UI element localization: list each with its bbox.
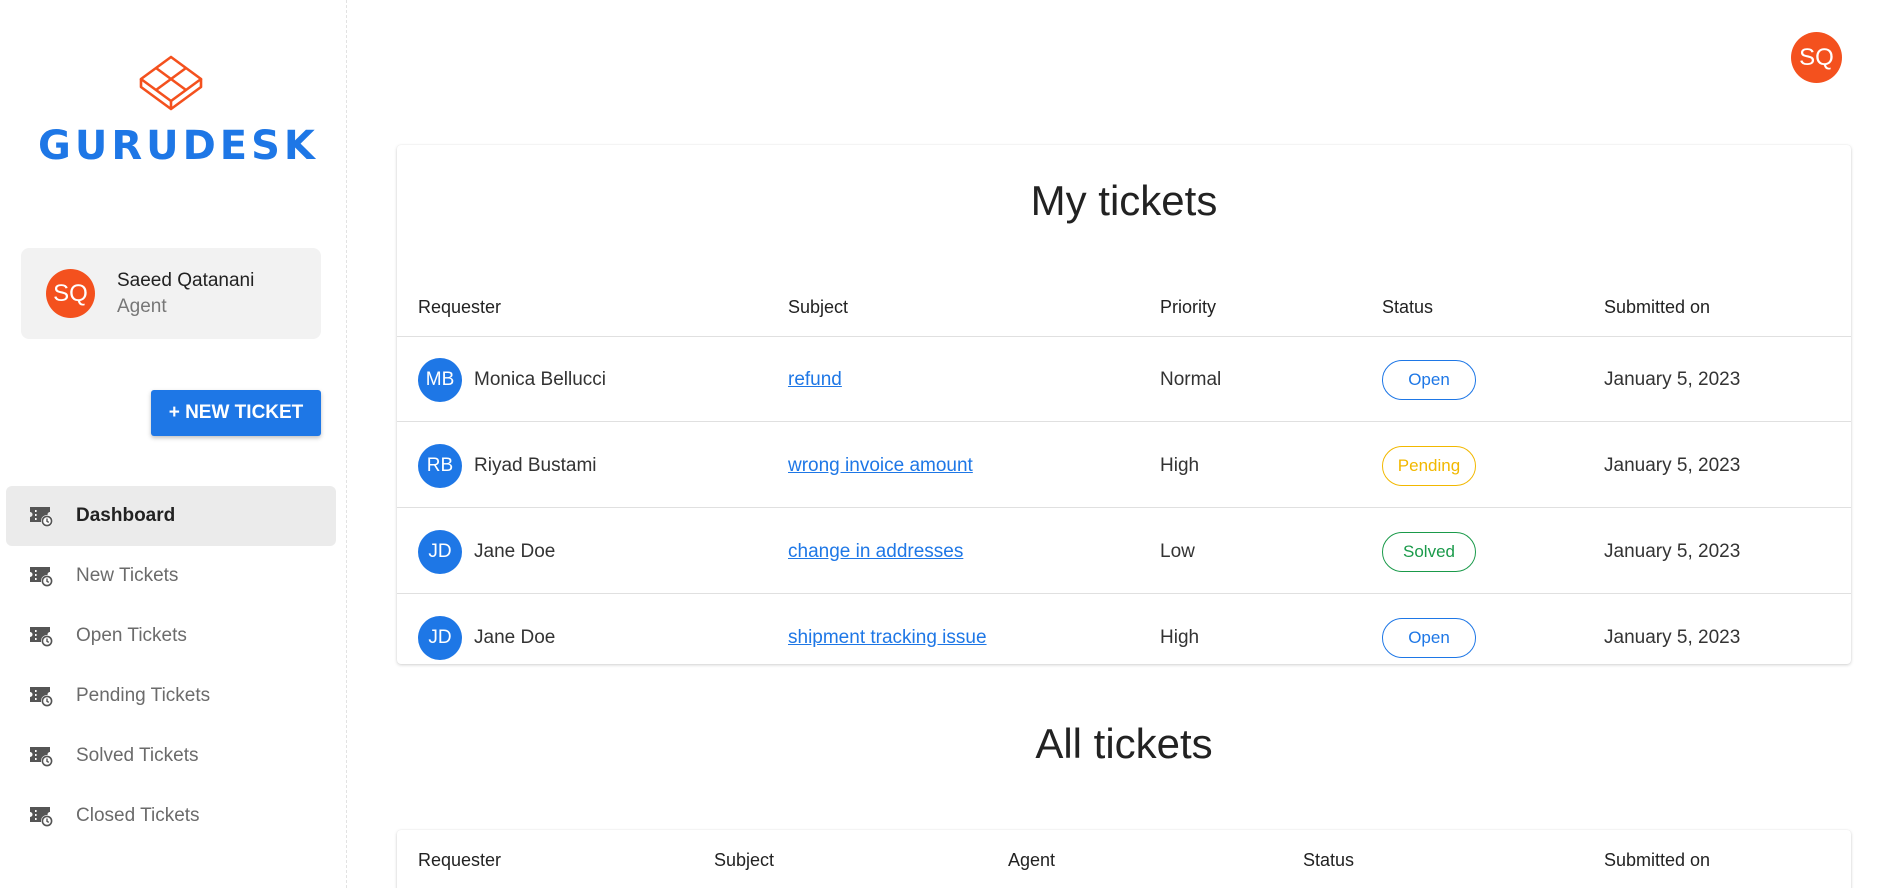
- sidebar-item-closed-tickets[interactable]: Closed Tickets: [6, 786, 336, 846]
- status-badge: Open: [1382, 359, 1476, 400]
- priority-cell: High: [1160, 454, 1200, 476]
- sidebar-item-open-tickets[interactable]: Open Tickets: [6, 606, 336, 666]
- new-ticket-button[interactable]: + NEW TICKET: [151, 390, 321, 436]
- requester-avatar: JD: [418, 615, 462, 660]
- column-header-subject[interactable]: Subject: [788, 277, 848, 337]
- column-header-priority[interactable]: Priority: [1160, 277, 1216, 337]
- column-header-status[interactable]: Status: [1303, 830, 1354, 888]
- ticket-icon: [29, 506, 54, 528]
- submitted-cell: January 5, 2023: [1604, 368, 1741, 390]
- column-header-submitted-on[interactable]: Submitted on: [1604, 277, 1710, 337]
- sidebar-item-label: Solved Tickets: [76, 745, 199, 766]
- sidebar: GURUDESK SQ Saeed Qatanani Agent + NEW T…: [0, 0, 347, 888]
- sidebar-item-label: New Tickets: [76, 565, 179, 586]
- brand-name: GURUDESK: [38, 123, 319, 169]
- requester-cell: RB Riyad Bustami: [418, 423, 597, 508]
- subject-link[interactable]: refund: [788, 369, 842, 391]
- sidebar-item-dashboard[interactable]: Dashboard: [6, 486, 336, 546]
- all-tickets-card: Requester Subject Agent Status Submitted…: [397, 830, 1851, 888]
- column-header-requester[interactable]: Requester: [418, 277, 501, 337]
- requester-cell: JD Jane Doe: [418, 595, 555, 680]
- status-cell: Open: [1382, 337, 1476, 422]
- requester-name: Jane Doe: [474, 540, 556, 562]
- requester-avatar: MB: [418, 357, 462, 402]
- submitted-cell: January 5, 2023: [1604, 540, 1741, 562]
- subject-link[interactable]: wrong invoice amount: [788, 455, 973, 477]
- status-badge: Pending: [1382, 445, 1476, 486]
- ticket-icon: [29, 806, 54, 828]
- requester-avatar: JD: [418, 529, 462, 574]
- table-row[interactable]: MB Monica Bellucci refund Normal Open Ja…: [397, 337, 1851, 422]
- subject-cell: shipment tracking issue: [788, 595, 987, 680]
- user-role: Agent: [117, 296, 167, 317]
- ticket-icon: [29, 746, 54, 768]
- requester-name: Jane Doe: [474, 626, 556, 648]
- requester-cell: JD Jane Doe: [418, 509, 555, 594]
- brand-logo[interactable]: GURUDESK: [38, 55, 319, 169]
- sidebar-item-label: Dashboard: [76, 505, 176, 526]
- my-tickets-header: Requester Subject Priority Status Submit…: [397, 277, 1851, 337]
- sidebar-item-label: Open Tickets: [76, 625, 187, 646]
- table-row[interactable]: JD Jane Doe change in addresses Low Solv…: [397, 509, 1851, 594]
- requester-cell: MB Monica Bellucci: [418, 337, 606, 422]
- ticket-icon: [29, 566, 54, 588]
- column-header-agent[interactable]: Agent: [1008, 830, 1055, 888]
- subject-cell: refund: [788, 337, 842, 422]
- sidebar-item-label: Pending Tickets: [76, 685, 211, 706]
- user-card[interactable]: SQ Saeed Qatanani Agent: [21, 248, 321, 339]
- status-cell: Open: [1382, 595, 1476, 680]
- sidebar-nav: Dashboard New Tickets Open Tickets Pendi…: [6, 486, 336, 846]
- column-header-submitted-on[interactable]: Submitted on: [1604, 830, 1710, 888]
- submitted-cell: January 5, 2023: [1604, 454, 1741, 476]
- column-header-subject[interactable]: Subject: [714, 830, 774, 888]
- requester-name: Monica Bellucci: [474, 368, 606, 390]
- table-row[interactable]: JD Jane Doe shipment tracking issue High…: [397, 595, 1851, 680]
- status-cell: Pending: [1382, 423, 1476, 508]
- all-tickets-title: All tickets: [1035, 720, 1213, 767]
- subject-link[interactable]: shipment tracking issue: [788, 627, 987, 649]
- ticket-icon: [29, 686, 54, 708]
- subject-cell: change in addresses: [788, 509, 963, 594]
- my-tickets-title: My tickets: [1030, 177, 1218, 224]
- requester-name: Riyad Bustami: [474, 454, 597, 476]
- subject-cell: wrong invoice amount: [788, 423, 973, 508]
- subject-link[interactable]: change in addresses: [788, 541, 963, 563]
- user-avatar: SQ: [46, 269, 95, 318]
- table-row[interactable]: RB Riyad Bustami wrong invoice amount Hi…: [397, 423, 1851, 508]
- column-header-requester[interactable]: Requester: [418, 830, 501, 888]
- app-root: GURUDESK SQ Saeed Qatanani Agent + NEW T…: [0, 0, 1891, 888]
- sidebar-item-pending-tickets[interactable]: Pending Tickets: [6, 666, 336, 726]
- sidebar-item-label: Closed Tickets: [76, 805, 200, 826]
- priority-cell: High: [1160, 626, 1200, 648]
- requester-avatar: RB: [418, 443, 462, 488]
- cube-outline-icon: [139, 55, 203, 111]
- sidebar-item-solved-tickets[interactable]: Solved Tickets: [6, 726, 336, 786]
- status-badge: Open: [1382, 617, 1476, 658]
- sidebar-item-new-tickets[interactable]: New Tickets: [6, 546, 336, 606]
- ticket-icon: [29, 626, 54, 648]
- my-tickets-card: My tickets Requester Subject Priority St…: [397, 145, 1851, 664]
- priority-cell: Low: [1160, 540, 1195, 562]
- account-avatar[interactable]: SQ: [1791, 32, 1842, 83]
- submitted-cell: January 5, 2023: [1604, 626, 1741, 648]
- status-cell: Solved: [1382, 509, 1476, 594]
- column-header-status[interactable]: Status: [1382, 277, 1433, 337]
- priority-cell: Normal: [1160, 368, 1222, 390]
- user-name: Saeed Qatanani: [117, 270, 255, 291]
- status-badge: Solved: [1382, 531, 1476, 572]
